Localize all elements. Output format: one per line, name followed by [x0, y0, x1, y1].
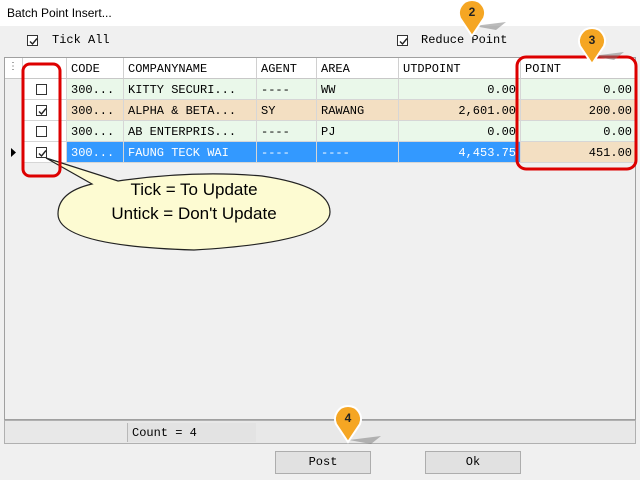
marker-4-icon: 4	[334, 405, 362, 444]
checkbox-column-highlight	[21, 62, 62, 178]
svg-text:4: 4	[345, 411, 352, 425]
marker-2-icon: 2	[458, 0, 486, 38]
svg-text:2: 2	[469, 5, 476, 19]
callout-line-2: Untick = Don't Update	[111, 204, 277, 223]
point-column-highlight	[515, 55, 638, 171]
marker-3-icon: 3	[578, 27, 606, 66]
callout-text: Tick = To Update Untick = Don't Update	[58, 178, 330, 226]
callout-line-1: Tick = To Update	[130, 180, 258, 199]
svg-text:3: 3	[589, 33, 596, 47]
annotation-overlay	[21, 22, 638, 444]
